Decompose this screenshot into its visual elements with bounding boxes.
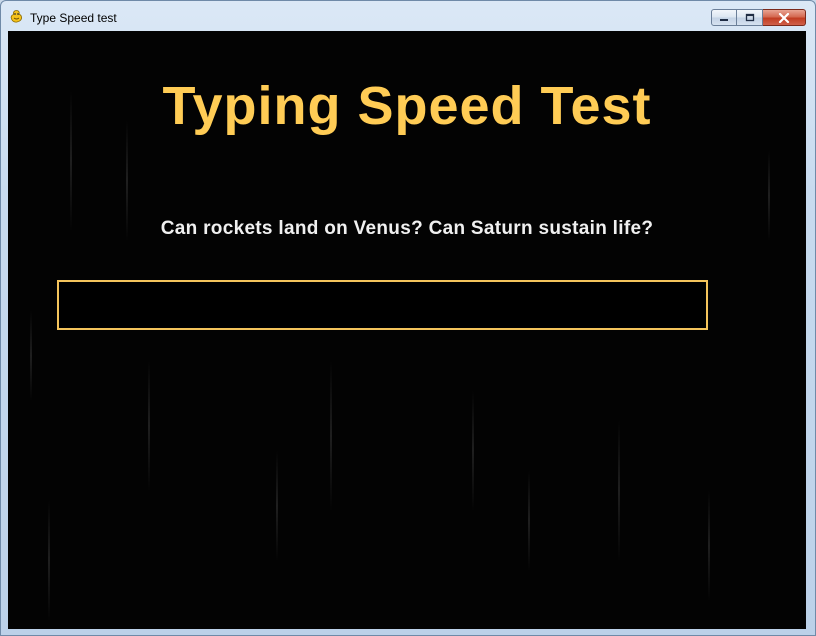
background-streak	[148, 361, 150, 491]
window-title: Type Speed test	[30, 11, 117, 25]
window-controls	[711, 9, 806, 27]
maximize-icon	[745, 13, 754, 22]
maximize-button[interactable]	[737, 9, 763, 26]
target-sentence: Can rockets land on Venus? Can Saturn su…	[160, 218, 654, 239]
background-streak	[708, 491, 710, 601]
close-button[interactable]	[763, 9, 806, 26]
app-window: Type Speed test Typing Speed Test Can ro…	[0, 0, 816, 636]
app-heading: Typing Speed Test	[162, 76, 652, 136]
background-streak	[48, 501, 50, 621]
background-streak	[30, 311, 32, 401]
background-streak	[528, 471, 530, 571]
background-streak	[330, 361, 332, 511]
background-streak	[472, 391, 474, 511]
window-bottom-frame	[1, 628, 815, 635]
title-bar[interactable]: Type Speed test	[1, 1, 815, 31]
background-streak	[276, 451, 278, 561]
minimize-button[interactable]	[711, 9, 737, 26]
background-streak	[618, 421, 620, 561]
close-icon	[778, 12, 790, 23]
game-canvas[interactable]: Typing Speed Test Can rockets land on Ve…	[8, 31, 806, 629]
typing-input[interactable]	[57, 280, 708, 330]
pygame-snake-icon	[10, 10, 22, 23]
minimize-icon	[720, 18, 728, 21]
